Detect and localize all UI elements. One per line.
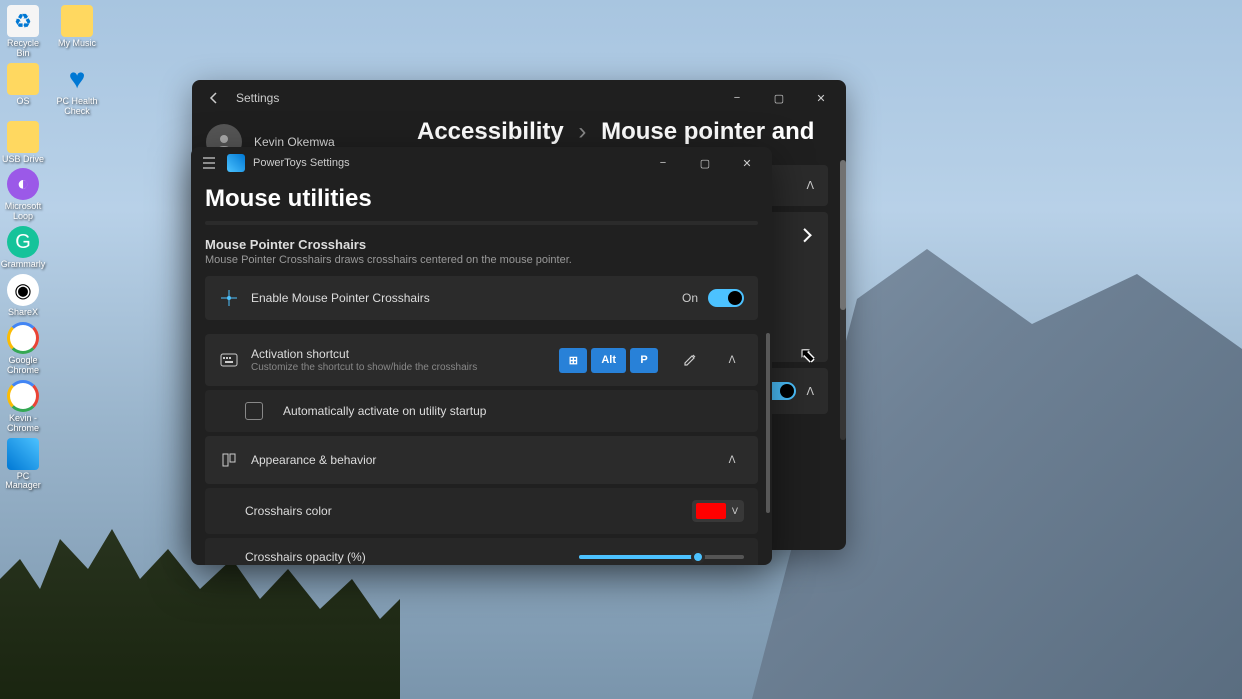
key-alt: Alt (591, 348, 626, 373)
shortcut-title: Activation shortcut (251, 347, 547, 361)
section-title: Mouse Pointer Crosshairs (205, 237, 758, 252)
desktop-icon-chrome2[interactable]: Kevin - Chrome (2, 380, 44, 434)
auto-activate-label: Automatically activate on utility startu… (283, 404, 486, 418)
mouse-cursor: ⬉ (800, 345, 815, 366)
maximize-button[interactable]: ▢ (758, 82, 800, 114)
crosshairs-color-row: Crosshairs color ᐯ (205, 488, 758, 534)
close-button[interactable]: ✕ (800, 82, 842, 114)
scrollbar[interactable] (840, 160, 846, 440)
desktop-icon-grammarly[interactable]: G Grammarly (2, 226, 44, 270)
minimize-button[interactable]: − (716, 82, 758, 114)
chrome2-icon (7, 380, 39, 412)
shortcut-description: Customize the shortcut to show/hide the … (251, 362, 547, 373)
key-p: P (630, 348, 658, 373)
chrome1-icon (7, 322, 39, 354)
powertoys-title: PowerToys Settings (253, 157, 350, 169)
desktop-icon-recycle-bin[interactable]: ♻Recycle Bin (2, 5, 44, 59)
page-heading: Mouse utilities (191, 179, 772, 221)
pc-health-icon: ♥ (61, 63, 93, 95)
icon-label: PC Manager (2, 472, 44, 492)
chevron-up-icon[interactable]: ᐱ (720, 348, 744, 372)
key-windows: ⊞ (559, 348, 587, 373)
ms-loop-icon: ◐ (7, 168, 39, 200)
icon-label: Recycle Bin (2, 39, 44, 59)
appearance-behavior-card[interactable]: Appearance & behavior ᐱ (205, 436, 758, 484)
breadcrumb-root[interactable]: Accessibility (417, 118, 564, 145)
auto-activate-row: Automatically activate on utility startu… (205, 390, 758, 432)
section-description: Mouse Pointer Crosshairs draws crosshair… (205, 254, 758, 266)
activation-shortcut-card: Activation shortcut Customize the shortc… (205, 334, 758, 386)
desktop-icon-ms-loop[interactable]: ◐Microsoft Loop (2, 168, 44, 222)
minimize-button[interactable]: − (642, 147, 684, 179)
icon-label: My Music (58, 39, 96, 49)
recycle-bin-icon: ♻ (7, 5, 39, 37)
desktop-icons-area: ♻Recycle Bin My Music OS ♥PC Health Check US… (2, 5, 98, 491)
icon-label: Google Chrome (2, 356, 44, 376)
color-picker-button[interactable]: ᐯ (692, 500, 744, 522)
icon-label: Grammarly (1, 260, 46, 270)
chevron-up-icon[interactable]: ᐱ (720, 448, 744, 472)
crosshairs-opacity-row: Crosshairs opacity (%) (205, 538, 758, 565)
desktop-icon-os-folder[interactable]: OS (2, 63, 44, 117)
desktop-icon-usb-drive[interactable]: USB Drive (2, 121, 44, 165)
powertoys-titlebar: PowerToys Settings − ▢ ✕ (191, 147, 772, 179)
crosshairs-icon (219, 288, 239, 308)
shortcut-keys: ⊞ Alt P (559, 348, 658, 373)
edit-shortcut-button[interactable] (676, 346, 704, 374)
chevron-down-icon: ᐯ (732, 506, 738, 517)
enable-label: Enable Mouse Pointer Crosshairs (251, 291, 670, 305)
icon-label: ShareX (8, 308, 38, 318)
my-music-icon (61, 5, 93, 37)
hamburger-menu-button[interactable] (195, 149, 223, 177)
scrollbar[interactable] (766, 223, 770, 543)
desktop-icon-pc-health[interactable]: ♥PC Health Check (56, 63, 98, 117)
desktop-icon-pc-manager[interactable]: PC Manager (2, 438, 44, 492)
icon-label: Microsoft Loop (2, 202, 44, 222)
usb-drive-icon (7, 121, 39, 153)
pointer-preview-icon (798, 228, 812, 242)
desktop-icon-chrome1[interactable]: Google Chrome (2, 322, 44, 376)
opacity-label: Crosshairs opacity (%) (245, 550, 567, 564)
appearance-label: Appearance & behavior (251, 453, 704, 467)
maximize-button[interactable]: ▢ (684, 147, 726, 179)
sharex-icon: ◉ (7, 274, 39, 306)
powertoys-logo-icon (227, 154, 245, 172)
desktop-icon-my-music[interactable]: My Music (56, 5, 98, 59)
pc-manager-icon (7, 438, 39, 470)
back-button[interactable] (200, 84, 228, 112)
enable-crosshairs-card: Enable Mouse Pointer Crosshairs On (205, 276, 758, 320)
chevron-up-icon: ᐱ (806, 179, 814, 192)
settings-titlebar: Settings − ▢ ✕ (192, 80, 846, 116)
icon-label: PC Health Check (56, 97, 98, 117)
appearance-icon (219, 450, 239, 470)
auto-activate-checkbox[interactable] (245, 402, 263, 420)
powertoys-window: PowerToys Settings − ▢ ✕ Mouse utilities… (191, 147, 772, 565)
os-folder-icon (7, 63, 39, 95)
color-label: Crosshairs color (245, 504, 680, 518)
toggle-state-label: On (682, 291, 698, 305)
keyboard-icon (219, 350, 239, 370)
chevron-up-icon: ᐱ (806, 385, 814, 398)
settings-title: Settings (236, 91, 279, 105)
opacity-slider[interactable] (579, 555, 744, 559)
icon-label: OS (16, 97, 29, 107)
desktop-icon-sharex[interactable]: ◉ ShareX (2, 274, 44, 318)
icon-label: Kevin - Chrome (2, 414, 44, 434)
enable-toggle[interactable] (708, 289, 744, 307)
grammarly-icon: G (7, 226, 39, 258)
icon-label: USB Drive (2, 155, 44, 165)
close-button[interactable]: ✕ (726, 147, 768, 179)
color-swatch (696, 503, 726, 519)
